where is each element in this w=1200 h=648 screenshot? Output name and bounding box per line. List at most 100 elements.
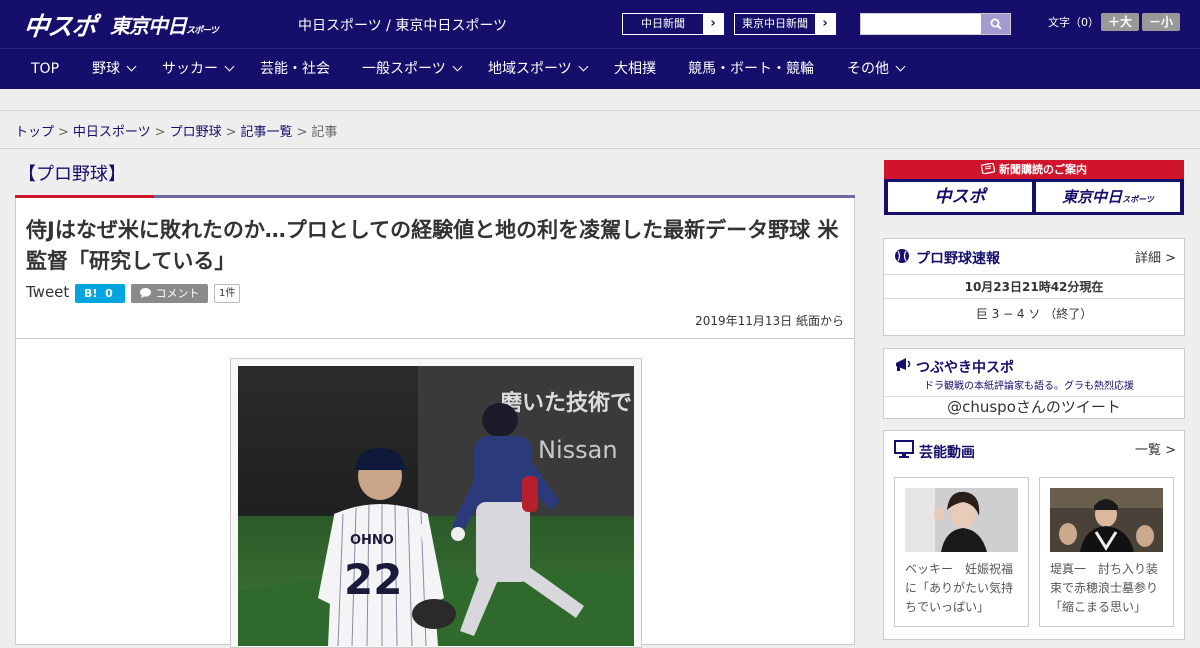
sub-nav-strip: [0, 89, 1200, 111]
breadcrumb-separator: >: [296, 125, 308, 140]
article-date: 2019年11月13日 紙面から: [695, 314, 844, 328]
nav-baseball[interactable]: 野球: [92, 49, 137, 89]
baseball-detail-link[interactable]: 詳細 >: [1135, 247, 1176, 266]
chunichi-shimbun-link[interactable]: 中日新聞 ›: [622, 13, 724, 35]
breadcrumb-separator: >: [58, 125, 69, 140]
breadcrumb-article-list[interactable]: 記事一覧: [241, 125, 293, 140]
subscribe-tokyo-text: 東京中日: [1062, 188, 1123, 206]
tweet-button[interactable]: Tweet: [26, 283, 69, 301]
jersey-number: 22: [344, 555, 402, 604]
subscribe-chuspo-button[interactable]: 中スポ: [888, 182, 1032, 212]
tsubuyaki-title: つぶやき中スポ: [916, 360, 1014, 376]
hatena-count: 0: [105, 287, 113, 300]
article-card: 侍Jはなぜ米に敗れたのか…プロとしての経験値と地の利を凌駕した最新データ野球 米…: [15, 195, 855, 648]
tokyo-chunichi-logo-suffix: スポーツ: [186, 26, 219, 36]
baseball-score-widget: プロ野球速報 詳細 > 10月23日21時42分現在 巨 3 − 4 ソ （終了…: [883, 238, 1185, 336]
main-nav: TOP 野球 サッカー 芸能・社会 一般スポーツ 地域スポーツ 大相撲 競馬・ボ…: [0, 48, 1200, 89]
video-card[interactable]: 堤真一 討ち入り装束で赤穂浪士墓参り「縮こまる思い」: [1039, 477, 1174, 627]
tsubuyaki-tweet-link[interactable]: @chuspoさんのツイート: [884, 397, 1184, 418]
font-smaller-button[interactable]: －小: [1142, 13, 1180, 31]
nav-racing-label: 競馬・ボート・競輪: [688, 61, 814, 77]
subscribe-band: 新聞購読のご案内: [884, 160, 1184, 179]
nav-soccer-label: サッカー: [162, 61, 218, 77]
tsubuyaki-widget: つぶやき中スポ ドラ観戦の本紙評論家も語る。グラも熱烈応援 @chuspoさんの…: [883, 348, 1185, 419]
subscribe-band-label: 新聞購読のご案内: [999, 163, 1087, 176]
entertainment-video-widget: 芸能動画 一覧 > ベッキー 妊娠祝福に「ありがたい気持ちでいっぱい」 堤真一 …: [883, 430, 1185, 640]
nav-top[interactable]: TOP: [31, 49, 59, 89]
font-size-label: 文字（0）: [1048, 16, 1099, 29]
megaphone-icon: [896, 358, 911, 371]
divider: [16, 338, 854, 339]
chevron-down-icon: [578, 61, 589, 72]
font-bigger-button[interactable]: ＋大: [1101, 13, 1139, 31]
subscribe-tokyo-button[interactable]: 東京中日スポーツ: [1036, 182, 1180, 212]
nav-regional-sports-label: 地域スポーツ: [488, 61, 572, 77]
subscribe-banner: 新聞購読のご案内 中スポ 東京中日スポーツ: [884, 160, 1184, 215]
comment-button[interactable]: コメント: [131, 284, 208, 303]
video-thumbnail: [905, 488, 1018, 552]
tokyo-chunichi-shimbun-label: 東京中日新聞: [742, 17, 808, 30]
search-button[interactable]: [981, 14, 1010, 34]
tokyo-chunichi-shimbun-link[interactable]: 東京中日新聞 ›: [734, 13, 836, 35]
monitor-icon: [894, 440, 914, 458]
nav-top-label: TOP: [31, 61, 60, 77]
article-top-rule-accent: [15, 195, 154, 198]
search-icon: [990, 18, 1002, 30]
chevron-down-icon: [895, 61, 906, 72]
nav-other[interactable]: その他: [847, 49, 906, 89]
nav-racing[interactable]: 競馬・ボート・競輪: [688, 49, 814, 89]
breadcrumb-pro-baseball[interactable]: プロ野球: [170, 125, 222, 140]
subscribe-tokyo-suffix: スポーツ: [1122, 195, 1154, 204]
tsubuyaki-subtitle: ドラ観戦の本紙評論家も語る。グラも熱烈応援: [924, 381, 1134, 392]
tsubuyaki-header: つぶやき中スポ ドラ観戦の本紙評論家も語る。グラも熱烈応援: [884, 349, 1184, 397]
breadcrumb-separator: >: [225, 125, 237, 140]
nav-sumo[interactable]: 大相撲: [614, 49, 656, 89]
nav-entertainment-label: 芸能・社会: [260, 61, 330, 77]
baseball-game-score[interactable]: 巨 3 − 4 ソ （終了）: [884, 299, 1184, 329]
breadcrumb: トップ > 中日スポーツ > プロ野球 > 記事一覧 > 記事: [0, 111, 1200, 149]
stadium-banner-text: 磨いた技術で: [500, 390, 632, 416]
hatena-label: B!: [84, 287, 98, 300]
newspaper-icon: [980, 162, 996, 175]
video-caption: ベッキー 妊娠祝福に「ありがたい気持ちでいっぱい」: [905, 562, 1014, 614]
video-thumbnail: [1050, 488, 1163, 552]
stadium-ad-text: Nissan: [538, 436, 618, 464]
nav-general-sports[interactable]: 一般スポーツ: [362, 49, 463, 89]
nav-soccer[interactable]: サッカー: [162, 49, 235, 89]
baseball-icon: [895, 249, 909, 263]
site-header: 中スポ 東京中日スポーツ 中日スポーツ / 東京中日スポーツ 中日新聞 › 東京…: [0, 0, 1200, 48]
article-photo[interactable]: 磨いた技術で Nissan OHNO 22: [238, 366, 634, 646]
video-thumbnail-image: [905, 488, 1018, 552]
nav-sumo-label: 大相撲: [614, 61, 656, 77]
chevron-right-icon: ›: [703, 14, 723, 34]
hatena-bookmark-button[interactable]: B! 0: [75, 284, 125, 303]
baseball-score-header: プロ野球速報 詳細 >: [884, 239, 1184, 275]
article-top-rule: [15, 195, 855, 198]
chunichi-shimbun-label: 中日新聞: [641, 17, 685, 30]
breadcrumb-top[interactable]: トップ: [15, 125, 54, 140]
video-thumbnail-image: [1050, 488, 1163, 552]
speech-bubble-icon: [140, 288, 151, 298]
video-card[interactable]: ベッキー 妊娠祝福に「ありがたい気持ちでいっぱい」: [894, 477, 1029, 627]
comment-label: コメント: [155, 287, 200, 300]
breadcrumb-chunichi-sports[interactable]: 中日スポーツ: [73, 125, 151, 140]
chevron-down-icon: [224, 61, 235, 72]
breadcrumb-separator: >: [154, 125, 166, 140]
article-category: 【プロ野球】: [18, 164, 126, 185]
nav-baseball-label: 野球: [92, 61, 120, 77]
chuspo-logo[interactable]: 中スポ: [22, 7, 98, 43]
nav-entertainment[interactable]: 芸能・社会: [260, 49, 330, 89]
breadcrumb-current: 記事: [311, 125, 338, 140]
search-input[interactable]: [860, 13, 1011, 35]
nav-general-sports-label: 一般スポーツ: [362, 61, 446, 77]
tokyo-chunichi-logo-text: 東京中日: [110, 14, 187, 38]
baseball-update-time: 10月23日21時42分現在: [884, 275, 1184, 299]
comment-count-badge: 1件: [214, 284, 241, 303]
video-caption: 堤真一 討ち入り装束で赤穂浪士墓参り「縮こまる思い」: [1050, 562, 1159, 614]
video-list-link[interactable]: 一覧 >: [1135, 439, 1176, 458]
article-photo-frame: 磨いた技術で Nissan OHNO 22: [230, 358, 642, 648]
tokyo-chunichi-logo[interactable]: 東京中日スポーツ: [110, 10, 219, 39]
video-header: 芸能動画 一覧 >: [884, 431, 1184, 467]
nav-regional-sports[interactable]: 地域スポーツ: [488, 49, 589, 89]
chevron-right-icon: ›: [815, 14, 835, 34]
